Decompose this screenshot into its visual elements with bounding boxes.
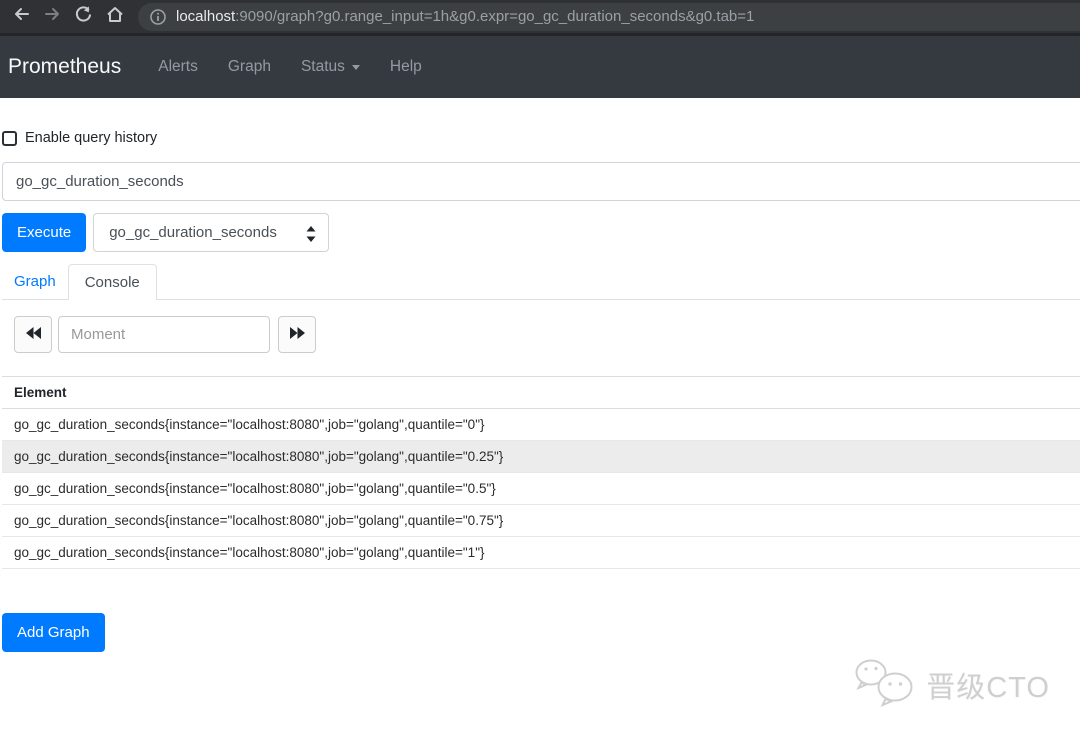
execute-button[interactable]: Execute	[2, 213, 87, 252]
metric-dropdown-value: go_gc_duration_seconds	[109, 224, 277, 241]
back-icon	[12, 5, 31, 28]
nav-item-graph-label: Graph	[227, 58, 271, 75]
nav-item-status[interactable]: Status	[291, 50, 370, 84]
prometheus-navbar: Prometheus Alerts Graph Status Help	[0, 36, 1080, 98]
table-row[interactable]: go_gc_duration_seconds{instance="localho…	[2, 473, 1080, 505]
nav-item-help[interactable]: Help	[380, 50, 432, 84]
console-result-table: Element go_gc_duration_seconds{instance=…	[2, 376, 1080, 569]
metric-dropdown[interactable]: go_gc_duration_seconds	[93, 213, 330, 252]
moment-step-forward-button[interactable]	[278, 316, 316, 353]
browser-home-button[interactable]	[99, 2, 130, 32]
browser-toolbar: localhost:9090/graph?g0.range_input=1h&g…	[0, 0, 1080, 36]
browser-reload-button[interactable]	[68, 2, 99, 32]
nav-item-status-label: Status	[300, 58, 345, 75]
add-graph-row: Add Graph	[2, 613, 1080, 652]
home-icon	[105, 5, 125, 29]
execute-row: Execute go_gc_duration_seconds	[2, 213, 1080, 252]
table-header-element: Element	[2, 377, 1080, 409]
enable-query-history-label: Enable query history	[25, 130, 158, 146]
nav-item-alerts-label: Alerts	[158, 58, 198, 75]
moment-step-back-button[interactable]	[14, 316, 52, 353]
table-row[interactable]: go_gc_duration_seconds{instance="localho…	[2, 409, 1080, 441]
moment-controls	[2, 316, 1080, 353]
nav-item-help-label: Help	[389, 58, 422, 75]
url-hostname: localhost	[176, 8, 236, 25]
table-row[interactable]: go_gc_duration_seconds{instance="localho…	[2, 537, 1080, 569]
tab-graph[interactable]: Graph	[2, 264, 68, 299]
moment-input[interactable]	[58, 316, 270, 353]
browser-forward-button[interactable]	[37, 2, 68, 32]
main-content: Enable query history Execute go_gc_durat…	[0, 128, 1080, 652]
query-history-row: Enable query history	[2, 128, 1080, 148]
watermark-text: 晋级CTO	[926, 671, 1050, 704]
enable-query-history-checkbox[interactable]	[2, 130, 17, 146]
browser-back-button[interactable]	[6, 2, 37, 32]
table-row[interactable]: go_gc_duration_seconds{instance="localho…	[2, 441, 1080, 473]
table-row[interactable]: go_gc_duration_seconds{instance="localho…	[2, 505, 1080, 537]
query-expression-input[interactable]	[2, 162, 1080, 201]
page-info-icon[interactable]	[149, 8, 167, 26]
brand-prometheus[interactable]: Prometheus	[8, 55, 121, 79]
double-right-triangles-icon	[289, 326, 305, 344]
reload-icon	[74, 5, 93, 29]
forward-icon	[43, 5, 62, 28]
address-bar[interactable]: localhost:9090/graph?g0.range_input=1h&g…	[138, 2, 1080, 31]
wechat-icon	[850, 656, 918, 713]
double-left-triangles-icon	[25, 326, 41, 344]
url-path: :9090/graph?g0.range_input=1h&g0.expr=go…	[235, 8, 755, 25]
graph-console-tabs: Graph Console	[2, 264, 1080, 300]
chevron-down-icon	[351, 64, 360, 70]
watermark: 晋级CTO	[850, 656, 1050, 713]
up-down-sort-icon	[306, 226, 316, 246]
add-graph-button[interactable]: Add Graph	[2, 613, 105, 652]
nav-item-alerts[interactable]: Alerts	[148, 50, 208, 84]
tab-console[interactable]: Console	[67, 264, 157, 300]
nav-item-graph[interactable]: Graph	[218, 50, 281, 84]
